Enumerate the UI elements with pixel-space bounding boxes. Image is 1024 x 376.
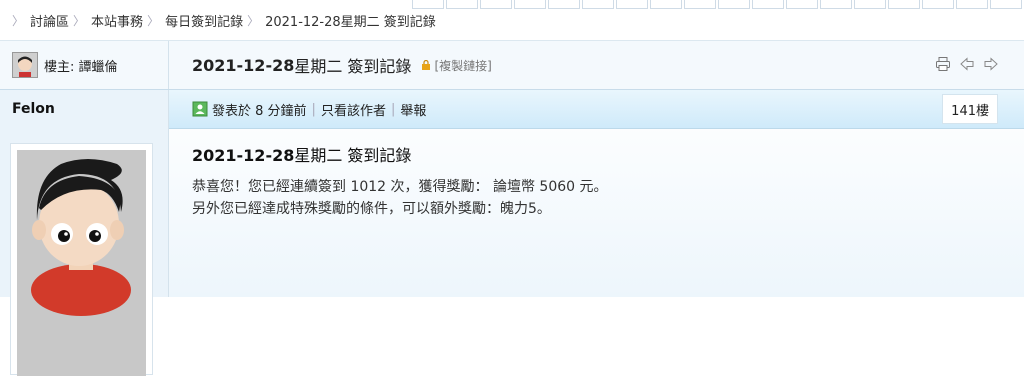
post-line-1: 恭喜您！您已經連續簽到 1012 次，獲得獎勵： 論壇幣 5060 元。 xyxy=(192,179,608,195)
copy-link-label: [複製鏈接] xyxy=(434,58,492,73)
page-button[interactable] xyxy=(684,0,716,9)
post-line-2: 另外您已經達成特殊獎勵的條件，可以額外獎勵：魄力5。 xyxy=(192,201,551,217)
post: Felon 發表於 8 分鐘前 | 只看該作者 | 舉報 141樓 2021-1… xyxy=(0,90,1024,376)
post-author-column: Felon xyxy=(0,90,169,376)
page-button[interactable] xyxy=(752,0,784,9)
floor-number[interactable]: 141樓 xyxy=(942,94,998,124)
page-button[interactable] xyxy=(548,0,580,9)
breadcrumb-forum[interactable]: 討論區 xyxy=(30,11,69,30)
thread-op-cell: 樓主: 譚蠟倫 xyxy=(0,41,169,89)
page-button[interactable] xyxy=(718,0,750,9)
post-title-rest: 星期二 簽到記錄 xyxy=(294,146,412,165)
author-name[interactable]: Felon xyxy=(12,101,55,117)
copy-link[interactable]: [複製鏈接] xyxy=(421,57,492,74)
breadcrumb: 〉 討論區 〉 本站事務 〉 每日簽到記錄 〉 2021-12-28星期二 簽到… xyxy=(8,0,436,40)
page-button[interactable] xyxy=(582,0,614,9)
thread-header: 樓主: 譚蠟倫 2021-12-28 星期二 簽到記錄 [複製鏈接] xyxy=(0,41,1024,90)
thread-title-rest: 星期二 簽到記錄 xyxy=(294,57,412,76)
post-title: 2021-12-28星期二 簽到記錄 xyxy=(192,142,608,166)
thread-op-label: 樓主: 譚蠟倫 xyxy=(44,59,118,75)
author-avatar-frame xyxy=(10,143,153,376)
page-button[interactable] xyxy=(480,0,512,9)
page-button[interactable] xyxy=(820,0,852,9)
page-button[interactable] xyxy=(922,0,954,9)
printer-icon[interactable] xyxy=(934,55,952,73)
post-title-date: 2021-12-28 xyxy=(192,146,295,165)
page-button[interactable] xyxy=(650,0,682,9)
page-button[interactable] xyxy=(888,0,920,9)
post-content: 恭喜您！您已經連續簽到 1012 次，獲得獎勵： 論壇幣 5060 元。 另外您… xyxy=(192,176,608,220)
post-body: 2021-12-28星期二 簽到記錄 恭喜您！您已經連續簽到 1012 次，獲得… xyxy=(192,142,608,220)
page-button[interactable] xyxy=(616,0,648,9)
thread-title-date: 2021-12-28 xyxy=(192,55,295,75)
report-link[interactable]: 舉報 xyxy=(400,100,426,119)
arrow-left-icon[interactable] xyxy=(958,55,976,73)
pagination-strip xyxy=(412,0,1022,9)
page-button[interactable] xyxy=(990,0,1022,9)
page-button[interactable] xyxy=(446,0,478,9)
breadcrumb-current-thread[interactable]: 2021-12-28星期二 簽到記錄 xyxy=(265,11,436,30)
op-avatar[interactable] xyxy=(12,52,38,78)
post-time: 發表於 8 分鐘前 xyxy=(212,103,307,119)
page-button[interactable] xyxy=(412,0,444,9)
breadcrumb-site-affairs[interactable]: 本站事務 xyxy=(91,11,143,30)
post-meta-bar: 發表於 8 分鐘前 | 只看該作者 | 舉報 141樓 xyxy=(169,90,1024,129)
post-icon xyxy=(192,101,208,117)
page-button[interactable] xyxy=(514,0,546,9)
page-button[interactable] xyxy=(786,0,818,9)
breadcrumb-bar: 〉 討論區 〉 本站事務 〉 每日簽到記錄 〉 2021-12-28星期二 簽到… xyxy=(0,0,1024,41)
page-button[interactable] xyxy=(956,0,988,9)
only-author-link[interactable]: 只看該作者 xyxy=(321,100,386,119)
breadcrumb-daily-checkin[interactable]: 每日簽到記錄 xyxy=(165,11,243,30)
thread-tools xyxy=(934,55,1000,73)
lock-icon xyxy=(422,60,431,70)
thread-title: 2021-12-28 星期二 簽到記錄 [複製鏈接] xyxy=(192,41,492,89)
arrow-right-icon[interactable] xyxy=(982,55,1000,73)
avatar[interactable] xyxy=(17,150,146,376)
post-meta: 發表於 8 分鐘前 | 只看該作者 | 舉報 xyxy=(192,90,426,128)
page-button[interactable] xyxy=(854,0,886,9)
